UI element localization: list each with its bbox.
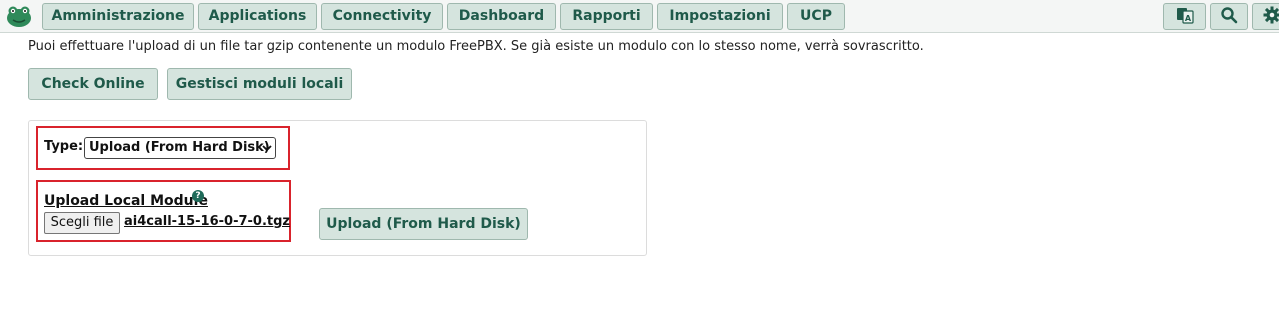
upload-button[interactable]: Upload (From Hard Disk) — [319, 208, 528, 240]
nav-dashboard[interactable]: Dashboard — [447, 3, 556, 30]
settings-button[interactable] — [1252, 3, 1279, 30]
chevron-down-icon — [262, 138, 272, 165]
type-label: Type: — [44, 139, 84, 154]
manage-local-modules-button[interactable]: Gestisci moduli locali — [167, 68, 352, 100]
freepbx-logo-icon[interactable] — [5, 4, 33, 28]
nav-connectivity[interactable]: Connectivity — [321, 3, 443, 30]
search-button[interactable] — [1210, 3, 1248, 30]
svg-text:A: A — [1184, 14, 1191, 23]
choose-file-button[interactable]: Scegli file — [44, 212, 120, 234]
type-select-value: Upload (From Hard Disk) — [89, 140, 270, 155]
nav-amministrazione[interactable]: Amministrazione — [42, 3, 194, 30]
nav-rapporti[interactable]: Rapporti — [560, 3, 653, 30]
intro-text: Puoi effettuare l'upload di un file tar … — [28, 39, 924, 54]
search-icon — [1220, 6, 1238, 28]
language-icon: A — [1175, 5, 1195, 29]
nav-impostazioni[interactable]: Impostazioni — [657, 3, 783, 30]
nav-ucp[interactable]: UCP — [787, 3, 845, 30]
language-button[interactable]: A — [1163, 3, 1206, 30]
type-select[interactable]: Upload (From Hard Disk) — [84, 137, 276, 159]
help-icon[interactable]: ? — [192, 190, 204, 202]
upload-local-module-label: Upload Local Module — [44, 193, 208, 209]
gear-icon — [1263, 6, 1279, 28]
selected-file-name: ai4call-15-16-0-7-0.tgz — [124, 214, 290, 229]
check-online-button[interactable]: Check Online — [28, 68, 158, 100]
top-nav-bar: Amministrazione Applications Connectivit… — [0, 0, 1279, 33]
nav-applications[interactable]: Applications — [198, 3, 317, 30]
